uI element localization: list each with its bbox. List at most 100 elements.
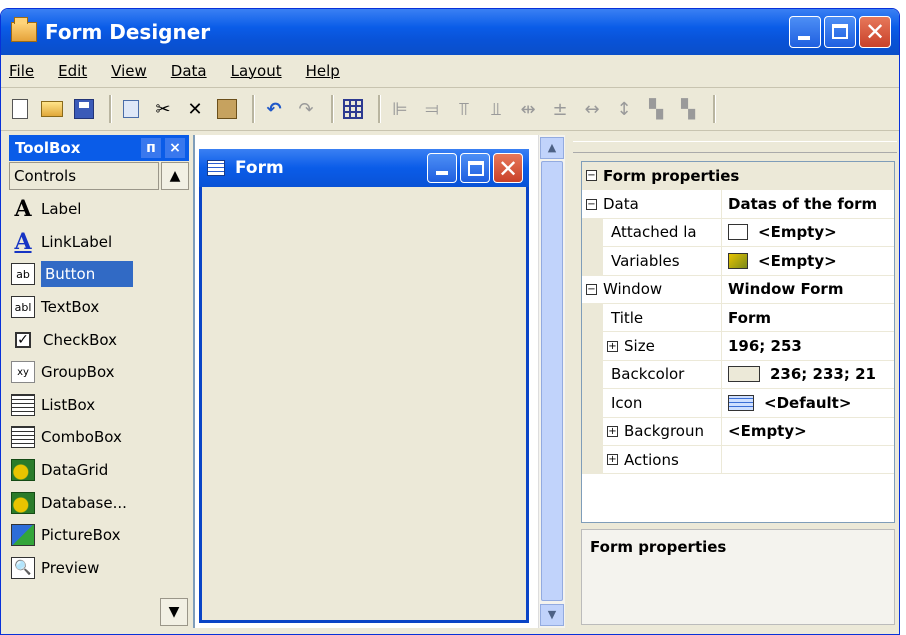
scroll-up-arrow[interactable]: ▲ [540, 137, 564, 159]
form-maximize-button[interactable] [460, 153, 490, 183]
tool-picturebox[interactable]: PictureBox [9, 519, 189, 552]
send-back-button[interactable]: ▚ [675, 96, 701, 122]
groupbox-icon: xy [11, 361, 35, 384]
expand-icon[interactable]: + [607, 425, 618, 437]
expand-icon[interactable]: + [607, 454, 618, 466]
space-vertical-button[interactable]: ↕ [611, 96, 637, 122]
align-left-icon: ⊫ [392, 98, 408, 120]
property-value: <Default> [764, 393, 852, 412]
center-horizontal-icon: ⇹ [520, 98, 536, 120]
property-row[interactable]: − Window Window Form [582, 275, 894, 304]
property-row[interactable]: + Size 196; 253 [582, 332, 894, 361]
grid-button[interactable] [340, 96, 366, 122]
property-row[interactable]: Title Form [582, 303, 894, 333]
center-vertical-button[interactable]: ± [547, 96, 573, 122]
copy-button[interactable] [118, 96, 144, 122]
align-top-button[interactable]: ⫪ [451, 96, 477, 122]
property-row[interactable]: Icon <Default> [582, 389, 894, 418]
property-value[interactable] [722, 446, 894, 473]
close-icon: ✕ [864, 18, 886, 46]
align-bottom-button[interactable]: ⫫ [483, 96, 509, 122]
menu-file[interactable]: File [9, 62, 34, 80]
close-button[interactable]: ✕ [859, 16, 891, 48]
property-value[interactable]: 196; 253 [722, 332, 894, 359]
controls-group-header[interactable]: Controls [9, 162, 159, 190]
maximize-button[interactable] [824, 16, 856, 48]
form-title-bar[interactable]: Form ✕ [199, 149, 529, 187]
tool-groupbox[interactable]: xy GroupBox [9, 356, 189, 389]
tool-linklabel[interactable]: A LinkLabel [9, 226, 189, 259]
minimize-button[interactable] [789, 16, 821, 48]
property-row[interactable]: Attached la <Empty> [582, 218, 894, 248]
properties-panel: − Form properties − Data Datas of the form… [569, 135, 899, 628]
center-vertical-icon: ± [552, 98, 568, 120]
delete-button[interactable]: ✕ [182, 96, 208, 122]
chevron-up-icon: ▲ [547, 141, 557, 154]
vertical-scrollbar[interactable]: ▲ ▼ [538, 135, 565, 628]
open-button[interactable] [39, 96, 65, 122]
tool-groupbox-text: GroupBox [41, 363, 115, 382]
form-minimize-button[interactable] [427, 153, 457, 183]
undo-button[interactable]: ↶ [261, 96, 287, 122]
menu-edit[interactable]: Edit [58, 62, 87, 80]
attachment-icon [728, 224, 748, 241]
collapse-icon[interactable]: − [586, 283, 597, 295]
cut-button[interactable]: ✂ [150, 96, 176, 122]
scroll-down-arrow[interactable]: ▼ [540, 604, 564, 626]
align-right-button[interactable]: ⫤ [419, 96, 445, 122]
menu-help[interactable]: Help [306, 62, 340, 80]
form-window[interactable]: Form ✕ [199, 149, 529, 623]
center-horizontal-button[interactable]: ⇹ [515, 96, 541, 122]
tool-listbox[interactable]: ListBox [9, 389, 189, 422]
paste-button[interactable] [214, 96, 240, 122]
property-row[interactable]: + Backgroun <Empty> [582, 417, 894, 446]
menu-view[interactable]: View [111, 62, 147, 80]
panel-grip[interactable] [573, 141, 897, 153]
align-left-button[interactable]: ⊫ [387, 96, 413, 122]
menu-data[interactable]: Data [171, 62, 207, 80]
tool-textbox[interactable]: abl TextBox [9, 291, 189, 324]
tool-combobox[interactable]: ComboBox [9, 421, 189, 454]
scissors-icon: ✂ [155, 98, 171, 120]
property-value: Datas of the form [728, 195, 878, 214]
save-button[interactable] [71, 96, 97, 122]
scroll-up-button[interactable]: ▲ [161, 162, 189, 190]
form-icon-preview [728, 394, 754, 411]
tool-list: A Label A LinkLabel ab Button abl TextBox ✓ C… [9, 193, 189, 584]
menu-layout[interactable]: Layout [231, 62, 282, 80]
pin-icon[interactable]: ᴨ [141, 138, 161, 158]
redo-button[interactable]: ↷ [293, 96, 319, 122]
tool-preview[interactable]: 🔍 Preview [9, 552, 189, 585]
tool-database[interactable]: Database... [9, 486, 189, 519]
tool-datagrid[interactable]: DataGrid [9, 454, 189, 487]
property-name: Attached la [611, 223, 697, 242]
property-category[interactable]: − Form properties [582, 162, 894, 191]
property-name: Backgroun [624, 422, 704, 441]
bring-front-button[interactable]: ▚ [643, 96, 669, 122]
copy-icon [123, 100, 139, 118]
tool-preview-text: Preview [41, 558, 100, 577]
new-button[interactable] [7, 96, 33, 122]
space-horizontal-button[interactable]: ↔ [579, 96, 605, 122]
property-value[interactable]: <Empty> [722, 418, 894, 445]
property-row[interactable]: Variables <Empty> [582, 247, 894, 276]
property-value[interactable]: Form [722, 304, 894, 331]
scroll-down-button[interactable]: ▼ [160, 598, 188, 626]
property-row[interactable]: − Data Datas of the form [582, 190, 894, 219]
tool-checkbox[interactable]: ✓ CheckBox [9, 323, 189, 356]
tool-button[interactable]: ab Button [9, 258, 189, 291]
title-bar[interactable]: Form Designer ✕ [1, 9, 899, 55]
tool-textbox-text: TextBox [41, 298, 100, 317]
expand-icon[interactable]: + [607, 340, 618, 352]
form-close-button[interactable]: ✕ [493, 153, 523, 183]
tool-label[interactable]: A Label [9, 193, 189, 226]
toolbox-close-icon[interactable]: × [165, 138, 185, 158]
collapse-icon[interactable]: − [586, 198, 597, 210]
property-row[interactable]: + Actions [582, 445, 894, 475]
property-value: <Empty> [758, 251, 837, 270]
collapse-icon[interactable]: − [586, 170, 597, 182]
space-vertical-icon: ↕ [616, 98, 632, 120]
design-surface[interactable]: Form ✕ [193, 135, 540, 628]
scroll-thumb[interactable] [541, 161, 563, 601]
property-row[interactable]: Backcolor 236; 233; 21 [582, 360, 894, 390]
